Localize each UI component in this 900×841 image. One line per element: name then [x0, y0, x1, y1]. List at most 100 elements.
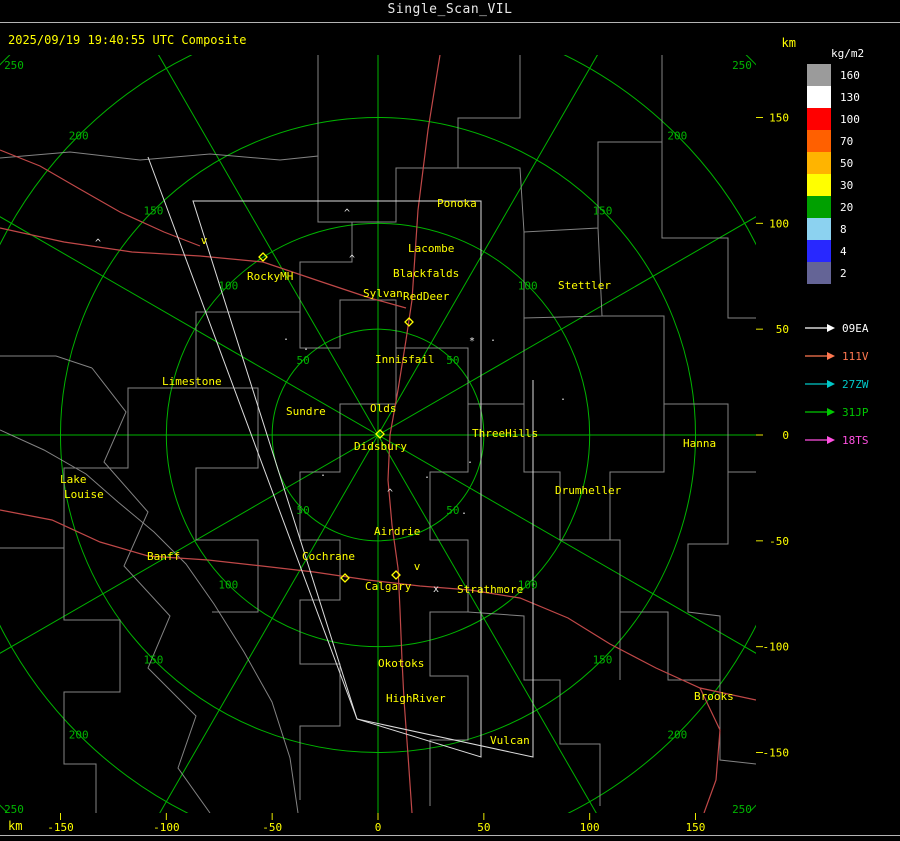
x-tick-label: 50	[477, 821, 490, 834]
city-label: Didsbury	[354, 440, 407, 453]
ring-distance-label: 200	[69, 130, 89, 143]
x-tick-label: 100	[580, 821, 600, 834]
city-label: ThreeHills	[472, 427, 538, 440]
radar-map-canvas: 5010015020025050100150200250501001502002…	[0, 55, 900, 836]
town-marker: .	[320, 468, 326, 479]
site-arrow-marker: v	[201, 234, 208, 247]
city-label: Banff	[147, 550, 180, 563]
legend-value-label: 30	[840, 178, 854, 192]
legend-value-label: 4	[840, 244, 847, 258]
scale-legend-row: 160	[807, 64, 860, 86]
site-arrow-icon	[805, 352, 835, 360]
legend-value-label: 130	[840, 90, 860, 104]
y-tick-label: -100	[763, 641, 790, 654]
site-arrow-icon	[805, 380, 835, 388]
town-marker: ^	[95, 238, 101, 249]
town-marker: .	[303, 342, 309, 353]
county-boundary	[602, 315, 756, 473]
ring-distance-label: 50	[446, 504, 459, 517]
legend-color-swatch	[807, 108, 831, 130]
ring-distance-label: 50	[297, 354, 310, 367]
town-marker: ^	[387, 488, 393, 499]
city-label: Strathmore	[457, 583, 523, 596]
range-rings	[0, 55, 756, 813]
city-label: Innisfail	[375, 353, 435, 366]
city-label: Brooks	[694, 690, 734, 703]
scale-legend-row: 130	[807, 86, 860, 108]
y-tick-label: -50	[769, 535, 789, 548]
city-label: Drumheller	[555, 484, 622, 497]
radar-legend-row: 27ZW	[805, 370, 869, 398]
legend-value-label: 8	[840, 222, 847, 236]
scale-legend-row: 4	[807, 240, 860, 262]
county-boundary	[258, 156, 353, 313]
radar-legend-row: 09EA	[805, 314, 869, 342]
county-boundary	[661, 142, 756, 319]
ring-distance-label: 150	[593, 654, 613, 667]
x-tick-label: -100	[153, 821, 180, 834]
scale-legend-row: 8	[807, 218, 860, 240]
city-label: Limestone	[162, 375, 222, 388]
county-boundary	[560, 404, 665, 541]
radar-site-id-label: 27ZW	[842, 377, 869, 391]
ring-distance-label: 250	[732, 803, 752, 816]
ring-distance-label: 250	[4, 59, 24, 72]
legend-value-label: 160	[840, 68, 860, 82]
city-label: Calgary	[365, 580, 412, 593]
ring-distance-label: 100	[218, 579, 238, 592]
county-boundary	[429, 404, 469, 806]
legend-color-swatch	[807, 196, 831, 218]
vil-color-scale: 160 130 100 70 50 30 20 8 4 2	[807, 64, 860, 284]
town-marker: .	[461, 506, 467, 517]
legend-color-swatch	[807, 152, 831, 174]
city-label: Cochrane	[302, 550, 355, 563]
county-boundary	[523, 227, 603, 319]
city-label: Stettler	[558, 279, 611, 292]
ring-distance-label: 250	[4, 803, 24, 816]
legend-color-swatch	[807, 130, 831, 152]
county-boundary	[458, 55, 663, 233]
highway-line	[0, 149, 201, 247]
scale-legend-row: 100	[807, 108, 860, 130]
radar-app-window: Single_Scan_VIL 2025/09/19 19:40:55 UTC …	[0, 0, 900, 841]
town-marker: .	[467, 455, 473, 466]
radar-site-id-label: 18TS	[842, 433, 869, 447]
radar-legend-row: 31JP	[805, 398, 869, 426]
city-label: Hanna	[683, 437, 716, 450]
county-boundary	[63, 548, 121, 813]
town-marker: .	[490, 333, 496, 344]
town-marker: .	[283, 332, 289, 343]
town-marker: *	[469, 336, 475, 347]
y-tick-label: -150	[763, 747, 790, 760]
legend-value-label: 100	[840, 112, 860, 126]
ring-distance-label: 100	[518, 279, 538, 292]
legend-value-label: 50	[840, 156, 854, 170]
county-boundary	[687, 472, 729, 680]
city-label: RedDeer	[403, 290, 450, 303]
county-boundary	[0, 429, 299, 813]
scale-legend-row: 70	[807, 130, 860, 152]
map-layers: 50 100 150 200 250 50 100 150 200 250 50 100 150 200 2…	[0, 55, 756, 816]
y-tick-label: 50	[776, 323, 789, 336]
town-marker: ^	[344, 208, 350, 219]
x-tick-label: -50	[262, 821, 282, 834]
radar-site-legend: 09EA 111V 27ZW 31JP 18TS	[805, 314, 869, 454]
site-arrow-icon	[805, 436, 835, 444]
city-label: Louise	[64, 488, 104, 501]
radar-site-marker	[340, 573, 350, 583]
legend-color-swatch	[807, 174, 831, 196]
site-arrow-icon	[805, 324, 835, 332]
city-label: Olds	[370, 402, 397, 415]
radar-site-id-label: 111V	[842, 349, 869, 363]
ring-distance-label: 150	[593, 204, 613, 217]
y-tick-label: 100	[769, 217, 789, 230]
city-label: Lacombe	[408, 242, 454, 255]
scale-legend-row: 2	[807, 262, 860, 284]
city-label: Vulcan	[490, 734, 530, 747]
city-label: Sylvan	[363, 287, 403, 300]
ring-distance-label: 50	[297, 504, 310, 517]
radar-site-id-label: 09EA	[842, 321, 869, 335]
county-boundary	[299, 299, 525, 405]
legend-value-label: 70	[840, 134, 854, 148]
site-arrow-marker: v	[414, 560, 421, 573]
